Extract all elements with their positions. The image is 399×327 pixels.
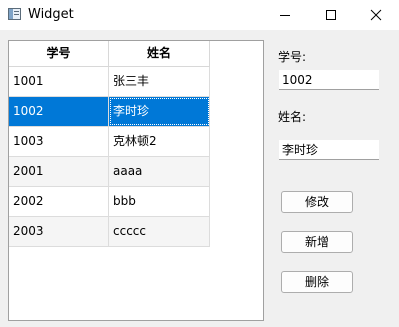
name-label: 姓名:	[278, 110, 307, 124]
cell-name[interactable]: 克林顿2	[109, 127, 210, 156]
id-field[interactable]	[279, 70, 379, 90]
minimize-button[interactable]	[262, 0, 308, 30]
window-title: Widget	[28, 7, 74, 22]
close-button[interactable]	[353, 0, 399, 30]
table-row[interactable]: 2003 ccccc	[9, 217, 210, 247]
table-row[interactable]: 2001 aaaa	[9, 157, 210, 187]
column-header-id[interactable]: 学号	[9, 41, 109, 66]
cell-id[interactable]: 1002	[9, 97, 109, 126]
table-row[interactable]: 2002 bbb	[9, 187, 210, 217]
table-row[interactable]: 1003 克林顿2	[9, 127, 210, 157]
id-label: 学号:	[278, 50, 307, 64]
cell-id[interactable]: 1003	[9, 127, 109, 156]
table-header: 学号 姓名	[9, 41, 210, 67]
minimize-icon	[280, 15, 290, 16]
student-table[interactable]: 学号 姓名 1001 张三丰 1002 李时珍 1003 克林顿2 2001 a…	[8, 40, 264, 321]
cell-id[interactable]: 2002	[9, 187, 109, 216]
table-row-selected[interactable]: 1002 李时珍	[9, 97, 210, 127]
cell-id[interactable]: 1001	[9, 67, 109, 96]
cell-id[interactable]: 2001	[9, 157, 109, 186]
cell-name[interactable]: 李时珍	[109, 97, 210, 126]
title-bar: Widget	[0, 0, 399, 30]
name-field[interactable]	[279, 140, 379, 160]
column-header-name[interactable]: 姓名	[109, 41, 210, 66]
add-button[interactable]: 新增	[281, 231, 353, 253]
close-icon	[370, 9, 382, 21]
maximize-icon	[326, 10, 336, 20]
cell-id[interactable]: 2003	[9, 217, 109, 246]
modify-button[interactable]: 修改	[281, 191, 353, 213]
cell-name[interactable]: bbb	[109, 187, 210, 216]
table-body: 1001 张三丰 1002 李时珍 1003 克林顿2 2001 aaaa 20…	[9, 67, 210, 247]
app-window-icon	[8, 8, 21, 20]
table-row[interactable]: 1001 张三丰	[9, 67, 210, 97]
cell-name[interactable]: aaaa	[109, 157, 210, 186]
cell-name[interactable]: 张三丰	[109, 67, 210, 96]
delete-button[interactable]: 删除	[281, 271, 353, 293]
cell-name[interactable]: ccccc	[109, 217, 210, 246]
maximize-button[interactable]	[308, 0, 354, 30]
